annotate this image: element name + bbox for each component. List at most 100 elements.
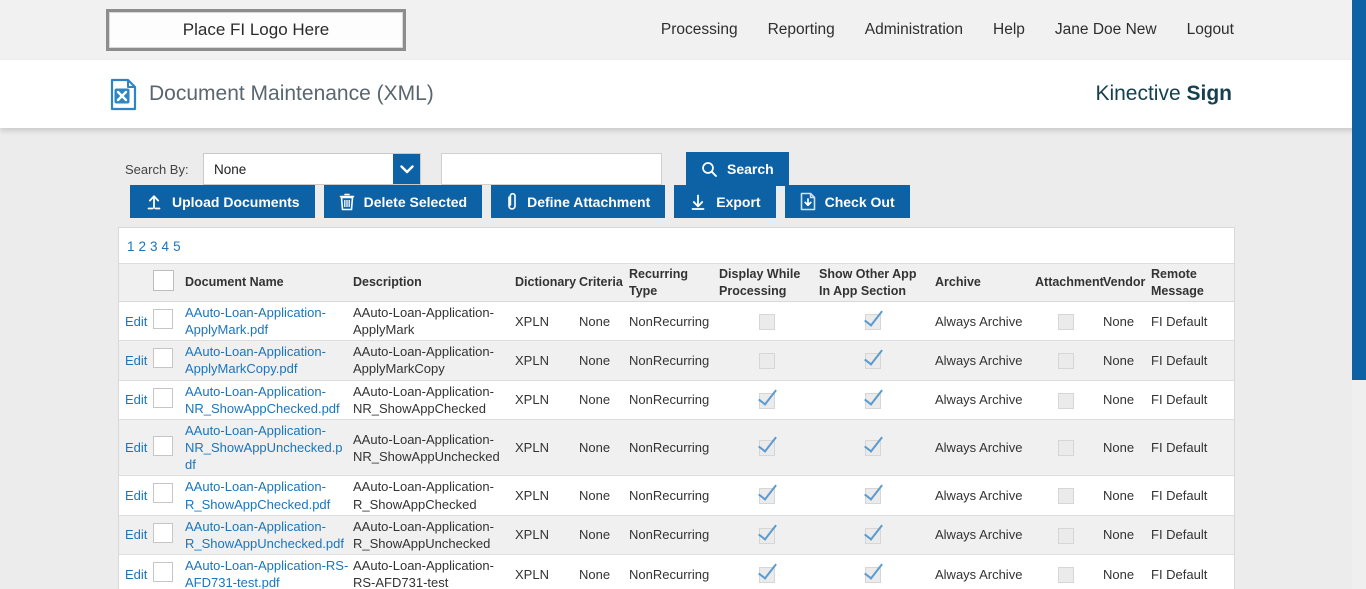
table-body: Edit AAuto-Loan-Application-ApplyMark.pd… [119, 302, 1234, 589]
column-header-archive: Archive [931, 263, 1035, 302]
archive-cell: Always Archive [931, 554, 1035, 589]
nav-item-reporting[interactable]: Reporting [768, 21, 835, 39]
table-row: Edit AAuto-Loan-Application-ApplyMarkCop… [119, 340, 1234, 381]
fi-logo-text: Place FI Logo Here [182, 20, 330, 39]
archive-cell: Always Archive [931, 514, 1035, 555]
edit-column-header [119, 263, 153, 302]
page-title: Document Maintenance (XML) [149, 82, 434, 105]
recurring-type-cell: NonRecurring [629, 554, 719, 589]
export-button[interactable]: Export [674, 185, 776, 218]
column-header-attachment: Attachment [1035, 263, 1104, 302]
table-row: Edit AAuto-Loan-Application-RS-AFD731-te… [119, 554, 1234, 589]
row-select-checkbox[interactable] [153, 483, 173, 504]
document-name-link[interactable]: AAuto-Loan-Application-ApplyMark.pdf [185, 305, 326, 337]
archive-cell: Always Archive [935, 313, 1023, 329]
description-cell: AAuto-Loan-Application-RS-AFD731-test [353, 554, 515, 589]
edit-link[interactable]: Edit [125, 440, 147, 455]
search-by-dropdown[interactable]: None [203, 153, 421, 185]
document-name-link[interactable]: AAuto-Loan-Application-R_ShowAppUnchecke… [185, 519, 344, 551]
page-scrollbar-thumb[interactable] [1352, 0, 1366, 380]
document-name-link[interactable]: AAuto-Loan-Application-RS-AFD731-test.pd… [185, 558, 348, 589]
row-select-checkbox[interactable] [153, 562, 173, 583]
archive-cell: Always Archive [931, 475, 1035, 516]
recurring-type-cell: NonRecurring [629, 379, 719, 420]
edit-link[interactable]: Edit [125, 353, 147, 368]
criteria-cell: None [579, 514, 629, 555]
column-header-description: Description [353, 263, 515, 302]
display-while-processing-checkbox [759, 313, 775, 330]
page-link-4[interactable]: 4 [162, 239, 170, 254]
chevron-down-icon[interactable] [393, 154, 420, 184]
row-select-checkbox[interactable] [153, 387, 173, 408]
brand-logo: Kinective Sign [1095, 82, 1232, 106]
remote-message-cell: FI Default [1149, 554, 1234, 589]
vendor-cell: None [1101, 514, 1149, 555]
export-label: Export [716, 193, 761, 210]
search-input[interactable] [441, 153, 662, 185]
edit-link[interactable]: Edit [125, 567, 147, 582]
search-row: Search By: None Search [125, 128, 1366, 186]
column-header-remote-message: Remote Message [1149, 263, 1234, 302]
edit-link[interactable]: Edit [125, 314, 147, 329]
attachment-checkbox [1058, 313, 1074, 330]
column-header-document-name: Document Name [185, 263, 353, 302]
check-out-button[interactable]: Check Out [784, 185, 910, 218]
show-other-app-checkbox [865, 566, 881, 583]
page-header: Document Maintenance (XML) Kinective Sig… [0, 60, 1366, 128]
search-button[interactable]: Search [686, 152, 789, 186]
vendor-cell: None [1101, 418, 1149, 476]
edit-link[interactable]: Edit [125, 488, 147, 503]
vendor-cell: None [1101, 340, 1149, 381]
document-name-link[interactable]: AAuto-Loan-Application-NR_ShowAppUncheck… [185, 423, 343, 472]
nav-item-processing[interactable]: Processing [661, 21, 738, 39]
attachment-checkbox [1058, 488, 1074, 505]
document-name-link[interactable]: AAuto-Loan-Application-ApplyMarkCopy.pdf [185, 344, 326, 376]
row-select-checkbox[interactable] [153, 348, 173, 369]
recurring-type-cell: NonRecurring [629, 514, 719, 555]
criteria-cell: None [579, 475, 629, 516]
vendor-cell: None [1103, 313, 1135, 329]
define-attachment-button[interactable]: Define Attachment [491, 185, 666, 218]
page-link-2[interactable]: 2 [139, 239, 147, 254]
upload-documents-button[interactable]: Upload Documents [130, 185, 315, 218]
row-select-checkbox[interactable] [153, 522, 173, 543]
delete-selected-button[interactable]: Delete Selected [323, 185, 483, 218]
dictionary-cell: XPLN [515, 475, 579, 516]
display-while-processing-checkbox [759, 527, 775, 544]
nav-item-logout[interactable]: Logout [1187, 21, 1234, 39]
select-all-checkbox[interactable] [153, 269, 174, 291]
upload-icon [145, 193, 163, 211]
remote-message-cell: FI Default [1149, 340, 1234, 381]
vendor-cell: None [1101, 554, 1149, 589]
page-link-5[interactable]: 5 [173, 239, 181, 254]
pagination: 12345 [119, 228, 1234, 263]
dictionary-cell: XPLN [515, 418, 579, 476]
nav-item-administration[interactable]: Administration [865, 21, 963, 39]
define-attachment-label: Define Attachment [527, 193, 651, 210]
row-select-checkbox[interactable] [153, 435, 173, 456]
row-select-checkbox[interactable] [153, 309, 173, 330]
page-scrollbar-track[interactable] [1352, 0, 1366, 589]
page-link-3[interactable]: 3 [150, 239, 158, 254]
archive-cell: Always Archive [931, 379, 1035, 420]
recurring-type-cell: NonRecurring [629, 475, 719, 516]
display-while-processing-checkbox [759, 488, 775, 505]
remote-message-cell: FI Default [1149, 418, 1234, 476]
document-maintenance-icon [110, 78, 137, 111]
nav-item-user[interactable]: Jane Doe New [1055, 21, 1157, 39]
paperclip-icon [506, 192, 518, 211]
dictionary-cell: XPLN [515, 379, 579, 420]
document-name-link[interactable]: AAuto-Loan-Application-R_ShowAppChecked.… [185, 479, 330, 511]
search-by-label: Search By: [125, 161, 189, 177]
page-link-1[interactable]: 1 [127, 239, 135, 254]
document-name-link[interactable]: AAuto-Loan-Application-NR_ShowAppChecked… [185, 384, 340, 416]
column-header-show-other-app: Show Other App In App Section [819, 263, 931, 302]
edit-link[interactable]: Edit [125, 527, 147, 542]
brand-regular: Kinective [1095, 82, 1181, 105]
show-other-app-checkbox [865, 392, 881, 409]
edit-link[interactable]: Edit [125, 392, 147, 407]
criteria-cell: None [579, 313, 611, 329]
criteria-cell: None [579, 554, 629, 589]
criteria-cell: None [579, 379, 629, 420]
nav-item-help[interactable]: Help [993, 21, 1025, 39]
